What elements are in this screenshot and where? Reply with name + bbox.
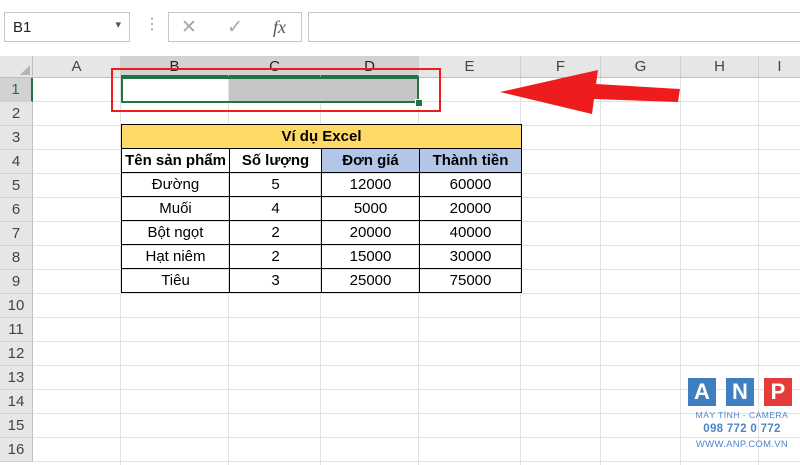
table-cell[interactable]: Tiêu — [121, 268, 230, 293]
highlight-box — [111, 68, 441, 112]
vertical-dots-icon: ⋮ — [144, 16, 160, 33]
logo-letter-a: A — [688, 378, 716, 406]
table-cell[interactable]: 30000 — [419, 244, 522, 269]
row-header-13[interactable]: 13 — [0, 366, 33, 390]
table-row: Hạt niêm 2 15000 30000 — [121, 244, 522, 269]
row-header-16[interactable]: 16 — [0, 438, 33, 462]
row-header-6[interactable]: 6 — [0, 198, 33, 222]
logo-url: WWW.ANP.COM.VN — [695, 439, 789, 450]
logo-letter-n: N — [726, 378, 754, 406]
table-cell[interactable]: 15000 — [321, 244, 420, 269]
name-box-value: B1 — [13, 19, 32, 36]
grid-line — [680, 78, 681, 465]
cancel-icon[interactable]: ✕ — [181, 16, 197, 39]
table-cell[interactable]: Đường — [121, 172, 230, 197]
table-row: Muối 4 5000 20000 — [121, 196, 522, 221]
table-cell[interactable]: 20000 — [419, 196, 522, 221]
row-header-2[interactable]: 2 — [0, 102, 33, 126]
column-header-h[interactable]: H — [681, 56, 759, 77]
table-cell[interactable]: 2 — [229, 244, 322, 269]
table-cell[interactable]: 4 — [229, 196, 322, 221]
table-header-cell[interactable]: Thành tiền — [419, 148, 522, 173]
row-header-1[interactable]: 1 — [0, 78, 33, 102]
enter-icon[interactable]: ✓ — [227, 16, 243, 39]
table-cell[interactable]: Hạt niêm — [121, 244, 230, 269]
row-header-11[interactable]: 11 — [0, 318, 33, 342]
table-header-cell[interactable]: Tên sản phẩm — [121, 148, 230, 173]
row-header-15[interactable]: 15 — [0, 414, 33, 438]
example-data-table: Ví dụ Excel Tên sản phẩm Số lượng Đơn gi… — [121, 124, 522, 293]
row-header-8[interactable]: 8 — [0, 246, 33, 270]
grid-line — [33, 413, 800, 414]
grid-line — [33, 365, 800, 366]
table-cell[interactable]: 12000 — [321, 172, 420, 197]
column-header-a[interactable]: A — [33, 56, 121, 77]
table-cell[interactable]: 40000 — [419, 220, 522, 245]
column-header-i[interactable]: I — [759, 56, 800, 77]
table-header-cell[interactable]: Số lượng — [229, 148, 322, 173]
table-cell[interactable]: 2 — [229, 220, 322, 245]
row-header-12[interactable]: 12 — [0, 342, 33, 366]
grid-line — [33, 341, 800, 342]
formula-bar: B1 ▾ ⋮ ✕ ✓ fx — [0, 0, 800, 56]
grid-line — [33, 461, 800, 462]
table-cell[interactable]: Bột ngọt — [121, 220, 230, 245]
grid-line — [33, 389, 800, 390]
chevron-down-icon[interactable]: ▾ — [115, 18, 121, 31]
table-cell[interactable]: 20000 — [321, 220, 420, 245]
row-header-7[interactable]: 7 — [0, 222, 33, 246]
table-cell[interactable]: 60000 — [419, 172, 522, 197]
row-header-4[interactable]: 4 — [0, 150, 33, 174]
formula-input[interactable] — [308, 12, 800, 42]
table-cell[interactable]: 75000 — [419, 268, 522, 293]
table-cell[interactable]: Muối — [121, 196, 230, 221]
grid-line — [600, 78, 601, 465]
logo-letter-p: P — [764, 378, 792, 406]
grid-line — [33, 317, 800, 318]
row-header-3[interactable]: 3 — [0, 126, 33, 150]
left-arrow-icon — [500, 70, 680, 114]
logo-tagline: MÁY TÍNH - CAMERA — [695, 410, 789, 420]
table-row: Tiêu 3 25000 75000 — [121, 268, 522, 293]
name-box[interactable]: B1 ▾ — [4, 12, 130, 42]
table-title[interactable]: Ví dụ Excel — [121, 124, 522, 149]
row-header-14[interactable]: 14 — [0, 390, 33, 414]
grid-line — [33, 293, 800, 294]
select-all-triangle-icon — [20, 65, 30, 75]
table-row: Bột ngọt 2 20000 40000 — [121, 220, 522, 245]
table-header-cell[interactable]: Đơn giá — [321, 148, 420, 173]
row-header-5[interactable]: 5 — [0, 174, 33, 198]
table-cell[interactable]: 5 — [229, 172, 322, 197]
insert-function-icon[interactable]: fx — [273, 17, 286, 38]
formula-tools: ✕ ✓ fx — [168, 12, 302, 42]
table-cell[interactable]: 25000 — [321, 268, 420, 293]
table-cell[interactable]: 3 — [229, 268, 322, 293]
table-cell[interactable]: 5000 — [321, 196, 420, 221]
grid-line — [33, 437, 800, 438]
row-header-10[interactable]: 10 — [0, 294, 33, 318]
row-header-9[interactable]: 9 — [0, 270, 33, 294]
table-row: Đường 5 12000 60000 — [121, 172, 522, 197]
select-all-button[interactable] — [0, 56, 33, 77]
anp-logo: A N P MÁY TÍNH - CAMERA 098 772 0 772 WW… — [688, 378, 796, 462]
logo-phone: 098 772 0 772 — [703, 423, 781, 435]
